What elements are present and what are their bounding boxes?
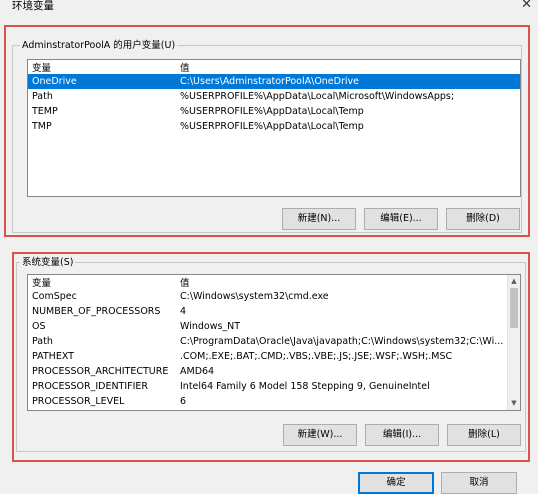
list-item[interactable]: ComSpec C:\Windows\system32\cmd.exe	[28, 289, 506, 304]
sys-delete-button[interactable]: 删除(L)	[447, 424, 521, 446]
scrollbar-thumb[interactable]	[510, 288, 518, 328]
ok-button[interactable]: 确定	[358, 472, 434, 494]
variable-name: TEMP	[32, 106, 58, 117]
variable-name: PROCESSOR_ARCHITECTURE	[32, 366, 169, 377]
variable-value: Intel64 Family 6 Model 158 Stepping 9, G…	[180, 381, 430, 392]
variable-name: OS	[32, 321, 46, 332]
cancel-button[interactable]: 取消	[441, 472, 517, 494]
scroll-up-icon[interactable]: ▲	[508, 275, 520, 288]
column-header-value[interactable]: 值	[180, 60, 190, 74]
variable-name: TMP	[32, 121, 52, 132]
variable-value: 4	[180, 306, 187, 317]
list-item[interactable]: PROCESSOR_LEVEL 6	[28, 394, 506, 409]
variable-value: C:\Windows\system32\cmd.exe	[180, 291, 329, 302]
variable-value: 6	[180, 396, 187, 407]
variable-name: PROCESSOR_IDENTIFIER	[32, 381, 149, 392]
variable-name: OneDrive	[32, 76, 77, 87]
variable-value: .COM;.EXE;.BAT;.CMD;.VBS;.VBE;.JS;.JSE;.…	[180, 351, 453, 362]
user-delete-button[interactable]: 删除(D)	[446, 208, 520, 230]
list-item[interactable]: PROCESSOR_IDENTIFIER Intel64 Family 6 Mod…	[28, 379, 506, 394]
variable-value: %USERPROFILE%\AppData\Local\Temp	[180, 121, 364, 132]
variable-value: C:\Users\AdminstratorPoolA\OneDrive	[180, 76, 359, 87]
variable-value: Windows_NT	[180, 321, 241, 332]
variable-value: AMD64	[180, 366, 215, 377]
user-new-button[interactable]: 新建(N)...	[282, 208, 356, 230]
sys-vars-header: 变量 值	[28, 275, 506, 289]
list-item[interactable]: Path %USERPROFILE%\AppData\Local\Microsof…	[28, 89, 520, 104]
sys-vars-list[interactable]: 变量 值 ComSpec C:\Windows\system32\cmd.exe N…	[27, 274, 521, 411]
sys-vars-title: 系统变量(S)	[20, 254, 76, 268]
variable-name: Path	[32, 336, 53, 347]
list-item[interactable]: OneDrive C:\Users\AdminstratorPoolA\OneDr…	[28, 74, 520, 89]
column-header-variable[interactable]: 变量	[32, 60, 51, 74]
variable-name: PROCESSOR_LEVEL	[32, 396, 125, 407]
column-header-value[interactable]: 值	[180, 275, 190, 289]
list-item[interactable]: TMP %USERPROFILE%\AppData\Local\Temp	[28, 119, 520, 134]
variable-name: NUMBER_OF_PROCESSORS	[32, 306, 161, 317]
close-icon[interactable]: ✕	[521, 0, 532, 13]
sys-edit-button[interactable]: 编辑(I)...	[365, 424, 439, 446]
variable-name: PATHEXT	[32, 351, 74, 362]
list-item[interactable]: PATHEXT .COM;.EXE;.BAT;.CMD;.VBS;.VBE;.JS…	[28, 349, 506, 364]
list-item[interactable]: NUMBER_OF_PROCESSORS 4	[28, 304, 506, 319]
title-bar: 环境变量 ✕	[0, 0, 538, 16]
variable-name: Path	[32, 91, 53, 102]
user-edit-button[interactable]: 编辑(E)...	[364, 208, 438, 230]
variable-value: C:\ProgramData\Oracle\Java\javapath;C:\W…	[180, 336, 504, 347]
list-item[interactable]: Path C:\ProgramData\Oracle\Java\javapath;…	[28, 334, 506, 349]
user-vars-list[interactable]: 变量 值 OneDrive C:\Users\AdminstratorPoolA\…	[27, 59, 521, 197]
variable-name: ComSpec	[32, 291, 77, 302]
list-item[interactable]: PROCESSOR_ARCHITECTURE AMD64	[28, 364, 506, 379]
sys-vars-scrollbar[interactable]: ▲ ▼	[507, 275, 520, 410]
variable-value: %USERPROFILE%\AppData\Local\Microsoft\Wi…	[180, 91, 455, 102]
list-item[interactable]: OS Windows_NT	[28, 319, 506, 334]
variable-value: %USERPROFILE%\AppData\Local\Temp	[180, 106, 364, 117]
user-vars-header: 变量 值	[28, 60, 520, 74]
scroll-down-icon[interactable]: ▼	[508, 397, 520, 410]
user-vars-title: AdminstratorPoolA 的用户变量(U)	[20, 37, 178, 51]
list-item[interactable]: TEMP %USERPROFILE%\AppData\Local\Temp	[28, 104, 520, 119]
window-title: 环境变量	[12, 0, 54, 12]
sys-new-button[interactable]: 新建(W)...	[283, 424, 357, 446]
column-header-variable[interactable]: 变量	[32, 275, 51, 289]
